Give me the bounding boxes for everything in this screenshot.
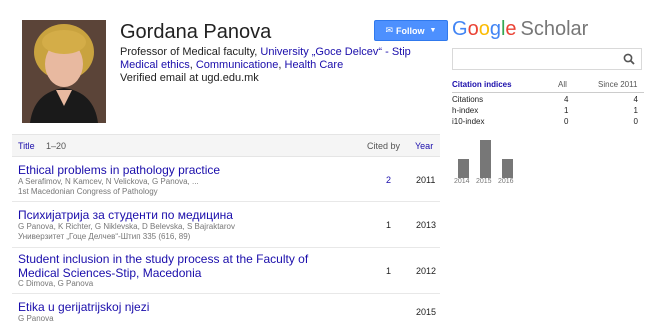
index-all: 0 [564,117,569,126]
sort-by-cited-link[interactable]: Cited by [367,141,400,151]
histogram-bar[interactable] [502,159,513,178]
logo-letter: g [489,18,501,40]
caret-down-icon: ▼ [429,27,437,34]
article-title[interactable]: Etika u gerijatrijskoj njezi [18,300,348,314]
article-row: Etika u gerijatrijskoj njezi G Panova 20… [12,295,440,322]
index-since: 0 [633,117,638,126]
sort-by-year-link[interactable]: Year [415,141,433,151]
profile-photo [22,20,106,123]
divider [452,92,644,93]
histogram-bar[interactable] [480,140,491,178]
index-since: 1 [633,106,638,115]
article-authors: A Serafimov, N Kamcev, N Velickova, G Pa… [18,177,199,186]
index-all: 1 [564,106,569,115]
interest-link[interactable]: Communicatione [196,59,279,71]
citations-histogram: 2014 2015 2016 [452,130,650,190]
right-column: Google Scholar Citation indices All Since… [452,0,650,322]
article-row: Ethical problems in pathology practice A… [12,158,440,202]
search-box[interactable] [452,48,642,70]
index-all: 4 [564,95,569,104]
article-year: 2015 [416,307,437,317]
sort-by-title-link[interactable]: Title [18,141,35,151]
histogram-year-label: 2015 [476,178,492,185]
interest-link[interactable]: Medical ethics [120,59,190,71]
follow-label: Follow [396,25,425,36]
index-since: 4 [633,95,638,104]
article-title[interactable]: Student inclusion in the study process a… [18,252,348,280]
results-range: 1–20 [46,141,67,151]
article-title[interactable]: Ethical problems in pathology practice [18,163,348,177]
article-authors: G Panova, K Richter, G Niklevska, D Bele… [18,222,235,231]
logo-letter: o [478,18,490,40]
index-label: i10-index [452,117,485,126]
profile-name: Gordana Panova [120,21,272,43]
search-icon[interactable] [623,53,635,65]
article-venue: Универзитет „Гоце Делчев“-Штип 335 (616,… [18,232,191,241]
article-authors: C Dimova, G Panova [18,279,94,288]
histogram-year-label: 2014 [454,178,470,185]
affiliation-link[interactable]: University „Goce Delcev“ - Stip [260,46,410,58]
article-cited-by[interactable]: 1 [386,266,391,276]
affiliation-text: Professor of Medical faculty, [120,46,261,58]
profile-interests: Medical ethics, Communicatione, Health C… [120,58,343,72]
histogram-year-label: 2016 [498,178,514,185]
left-column: Gordana Panova ✉ Follow ▼ Professor of M… [12,0,448,322]
article-cited-by[interactable]: 2 [386,175,391,185]
profile-header: Gordana Panova ✉ Follow ▼ Professor of M… [12,12,448,130]
index-label: h-index [452,106,479,115]
logo-letter: e [505,18,517,40]
follow-button[interactable]: ✉ Follow ▼ [374,20,448,41]
col-since-label: Since 2011 [598,80,638,89]
scholar-profile-page: Gordana Panova ✉ Follow ▼ Professor of M… [0,0,650,322]
article-year: 2012 [416,266,437,276]
article-cited-by[interactable]: 1 [386,220,391,230]
article-venue: 1st Macedonian Congress of Pathology [18,187,158,196]
article-row: Student inclusion in the study process a… [12,249,440,294]
citation-indices-title: Citation indices [452,80,512,89]
article-year: 2013 [416,220,437,230]
envelope-icon: ✉ [385,25,394,35]
article-year: 2011 [416,175,436,185]
logo-letter: o [467,18,479,40]
profile-affiliation: Professor of Medical faculty, University… [120,45,440,59]
logo-letter: G [452,18,468,40]
google-scholar-logo[interactable]: Google Scholar [452,18,588,41]
article-authors: G Panova [18,314,54,322]
interest-link[interactable]: Health Care [285,59,344,71]
article-title[interactable]: Психијатрија за студенти по медицина [18,208,348,222]
articles-table-header: Title 1–20 Cited by Year [12,134,440,157]
histogram-bar[interactable] [458,159,469,178]
index-label: Citations [452,95,484,104]
col-all-label: All [558,80,567,89]
article-row: Психијатрија за студенти по медицина G P… [12,203,440,248]
verified-email: Verified email at ugd.edu.mk [120,72,259,84]
logo-suffix: Scholar [520,18,589,40]
